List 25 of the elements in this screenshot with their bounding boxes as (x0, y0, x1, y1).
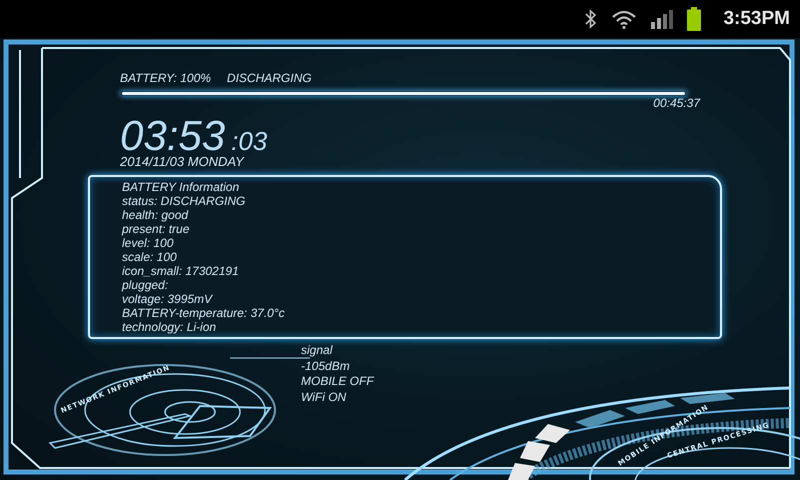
clock-date: 2014/11/03 MONDAY (120, 154, 246, 169)
battery-state: DISCHARGING (226, 71, 312, 87)
battery-percent: BATTERY: 100% (120, 71, 211, 87)
network-info-line: WiFi ON (301, 390, 348, 405)
clock-time: 3:53PM (723, 8, 790, 30)
info-line: status: DISCHARGING (122, 194, 246, 208)
info-line: voltage: 3995mV (122, 292, 214, 306)
bluetooth-icon (585, 9, 598, 29)
panel-title: BATTERY Information (122, 180, 240, 194)
network-info-line: MOBILE OFF (301, 374, 376, 390)
info-line: scale: 100 (122, 250, 178, 264)
network-info-line: signal (301, 343, 334, 358)
info-line: present: true (122, 222, 190, 236)
info-line: health: good (122, 208, 190, 222)
network-info-line: -105dBm (301, 358, 351, 374)
clock-seconds: :03 (231, 126, 268, 156)
info-line: icon_small: 17302191 (122, 264, 240, 278)
info-line: level: 100 (122, 236, 174, 250)
info-line: technology: Li-ion (122, 320, 218, 334)
wifi-icon (611, 9, 638, 29)
signal-icon (651, 9, 674, 29)
info-line: BATTERY-temperature: 37.0°c (122, 306, 286, 320)
battery-icon (687, 7, 702, 31)
elapsed-time: 00:45:37 (653, 96, 700, 110)
info-line: plugged: (122, 278, 170, 292)
